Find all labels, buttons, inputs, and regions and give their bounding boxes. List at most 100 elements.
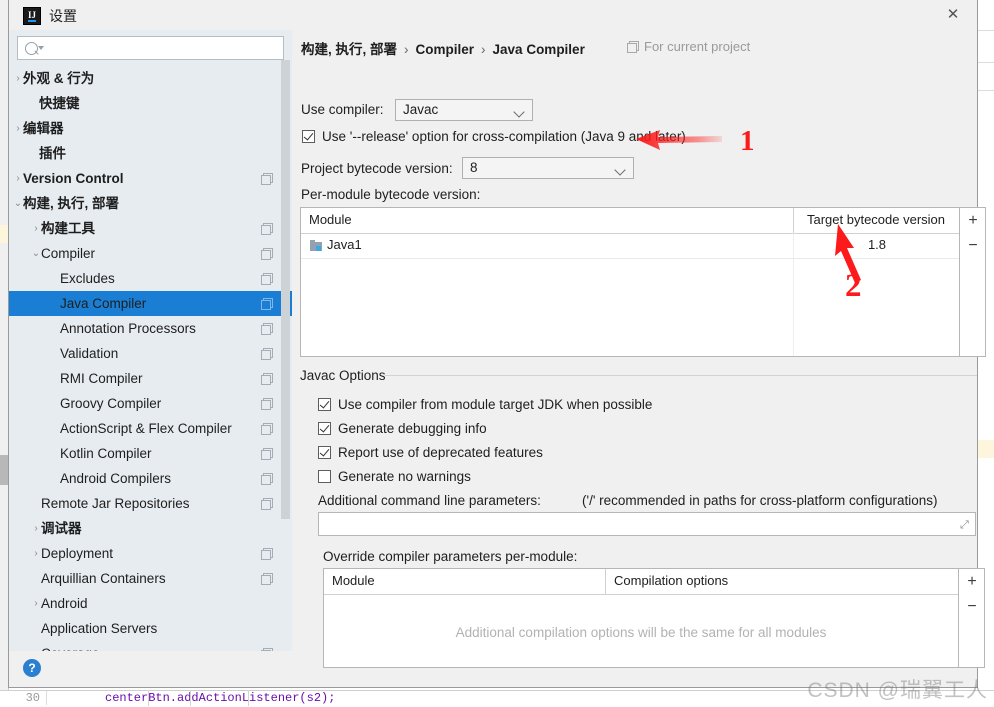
label-generate-debugging-info: Generate debugging info [338,421,487,436]
table-row[interactable]: Java1 1.8 [301,233,959,259]
sidebar-item-groovy-compiler[interactable]: Groovy Compiler [9,391,292,416]
javac-options-group-label: Javac Options [300,368,393,383]
copy-icon[interactable] [261,448,272,459]
copy-icon[interactable] [261,373,272,384]
copy-icon[interactable] [261,548,272,559]
dialog-title: 设置 [49,6,77,26]
breadcrumb-item-1[interactable]: Compiler [416,42,475,57]
sidebar-item-coverage[interactable]: Coverage [9,641,292,651]
settings-dialog: IJ 设置 ✕ ›外观 & 行为快捷键›编辑器插件›Version Contro… [8,0,978,688]
expand-icon[interactable]: ⤢ [960,520,970,530]
cell-target-version[interactable]: 1.8 [793,237,961,252]
search-input[interactable] [44,39,278,59]
search-box[interactable] [17,36,284,60]
copy-icon[interactable] [261,273,272,284]
sidebar-item-application-servers[interactable]: Application Servers [9,616,292,641]
sidebar-item-[interactable]: 快捷键 [9,91,292,116]
annotation-number-1: 1 [740,125,755,158]
sidebar-item-compiler[interactable]: ⌄Compiler [9,241,292,266]
column-header-target[interactable]: Target bytecode version [801,212,951,227]
checkbox-report-deprecated[interactable] [318,446,331,459]
breadcrumb-separator: › [474,42,493,57]
sidebar-item-kotlin-compiler[interactable]: Kotlin Compiler [9,441,292,466]
sidebar-item-label: Compiler [41,241,95,266]
use-compiler-value: Javac [403,102,438,117]
sidebar-item-[interactable]: ⌄构建, 执行, 部署 [9,191,292,216]
sidebar-item-label: Application Servers [41,616,157,641]
column-divider[interactable] [605,569,606,594]
additional-params-hint: ('/' recommended in paths for cross-plat… [582,493,938,508]
per-module-label: Per-module bytecode version: [301,187,480,202]
sidebar-item-deployment[interactable]: ›Deployment [9,541,292,566]
remove-override-button[interactable]: − [959,596,985,618]
sidebar-item-remote-jar-repositories[interactable]: Remote Jar Repositories [9,491,292,516]
add-override-button[interactable]: + [959,571,985,593]
copy-icon[interactable] [261,248,272,259]
column-header-compilation-options[interactable]: Compilation options [614,573,728,588]
add-module-button[interactable]: + [960,210,986,232]
sidebar-item-[interactable]: 插件 [9,141,292,166]
release-option-checkbox[interactable] [302,130,315,143]
background-divider [190,690,191,706]
sidebar-scrollbar-thumb[interactable] [281,60,290,519]
sidebar-item-arquillian-containers[interactable]: Arquillian Containers [9,566,292,591]
breadcrumb-item-0[interactable]: 构建, 执行, 部署 [301,42,397,57]
copy-icon[interactable] [261,323,272,334]
close-icon[interactable]: ✕ [943,5,963,25]
breadcrumb: 构建, 执行, 部署›Compiler›Java Compiler [301,38,585,58]
copy-icon[interactable] [261,173,272,184]
sidebar-item-label: 插件 [39,141,66,166]
project-bytecode-value: 8 [470,160,478,175]
copy-icon[interactable] [261,223,272,234]
scope-label: For current project [644,39,750,54]
additional-params-input[interactable] [324,516,953,533]
column-header-module-2[interactable]: Module [332,573,375,588]
sidebar-item-java-compiler[interactable]: Java Compiler [9,291,292,316]
copy-icon[interactable] [261,348,272,359]
sidebar-item-actionscript-flex-compiler[interactable]: ActionScript & Flex Compiler [9,416,292,441]
checkbox-generate-no-warnings[interactable] [318,470,331,483]
sidebar-item-version-control[interactable]: ›Version Control [9,166,292,191]
help-button[interactable]: ? [23,659,41,677]
additional-params-field[interactable]: ⤢ [318,512,976,536]
sidebar-item-[interactable]: ›外观 & 行为 [9,66,292,91]
copy-icon[interactable] [261,498,272,509]
sidebar-item-annotation-processors[interactable]: Annotation Processors [9,316,292,341]
copy-icon[interactable] [261,298,272,309]
copy-icon[interactable] [261,398,272,409]
sidebar-item-[interactable]: ›构建工具 [9,216,292,241]
sidebar-item-android[interactable]: ›Android [9,591,292,616]
sidebar-item-[interactable]: ›调试器 [9,516,292,541]
sidebar-item-validation[interactable]: Validation [9,341,292,366]
sidebar-item-label: Groovy Compiler [60,391,161,416]
module-table-buttons: + − [960,207,986,357]
remove-module-button[interactable]: − [960,235,986,257]
label-generate-no-warnings: Generate no warnings [338,469,471,484]
editor-highlight-line [0,225,8,243]
sidebar-item-android-compilers[interactable]: Android Compilers [9,466,292,491]
copy-icon[interactable] [261,423,272,434]
sidebar-item-label: 编辑器 [23,116,64,141]
sidebar-item-label: Annotation Processors [60,316,196,341]
copy-icon[interactable] [261,573,272,584]
copy-icon[interactable] [261,473,272,484]
label-use-module-jdk: Use compiler from module target JDK when… [338,397,652,412]
checkbox-use-module-jdk[interactable] [318,398,331,411]
sidebar-item-excludes[interactable]: Excludes [9,266,292,291]
background-divider [978,30,994,31]
breadcrumb-item-2: Java Compiler [493,42,585,57]
column-divider[interactable] [793,208,794,233]
sidebar-item-label: 构建工具 [41,216,95,241]
column-header-module[interactable]: Module [309,212,352,227]
intellij-logo-icon: IJ [23,7,41,25]
dialog-titlebar: IJ 设置 ✕ [9,0,977,30]
scope-indicator: For current project [627,39,750,54]
use-compiler-select[interactable]: Javac [395,99,533,121]
checkbox-generate-debugging-info[interactable] [318,422,331,435]
copy-icon [627,41,638,52]
module-icon [310,240,322,251]
project-bytecode-select[interactable]: 8 [462,157,634,179]
sidebar-item-[interactable]: ›编辑器 [9,116,292,141]
editor-scrollbar-thumb[interactable] [0,455,8,485]
sidebar-item-rmi-compiler[interactable]: RMI Compiler [9,366,292,391]
